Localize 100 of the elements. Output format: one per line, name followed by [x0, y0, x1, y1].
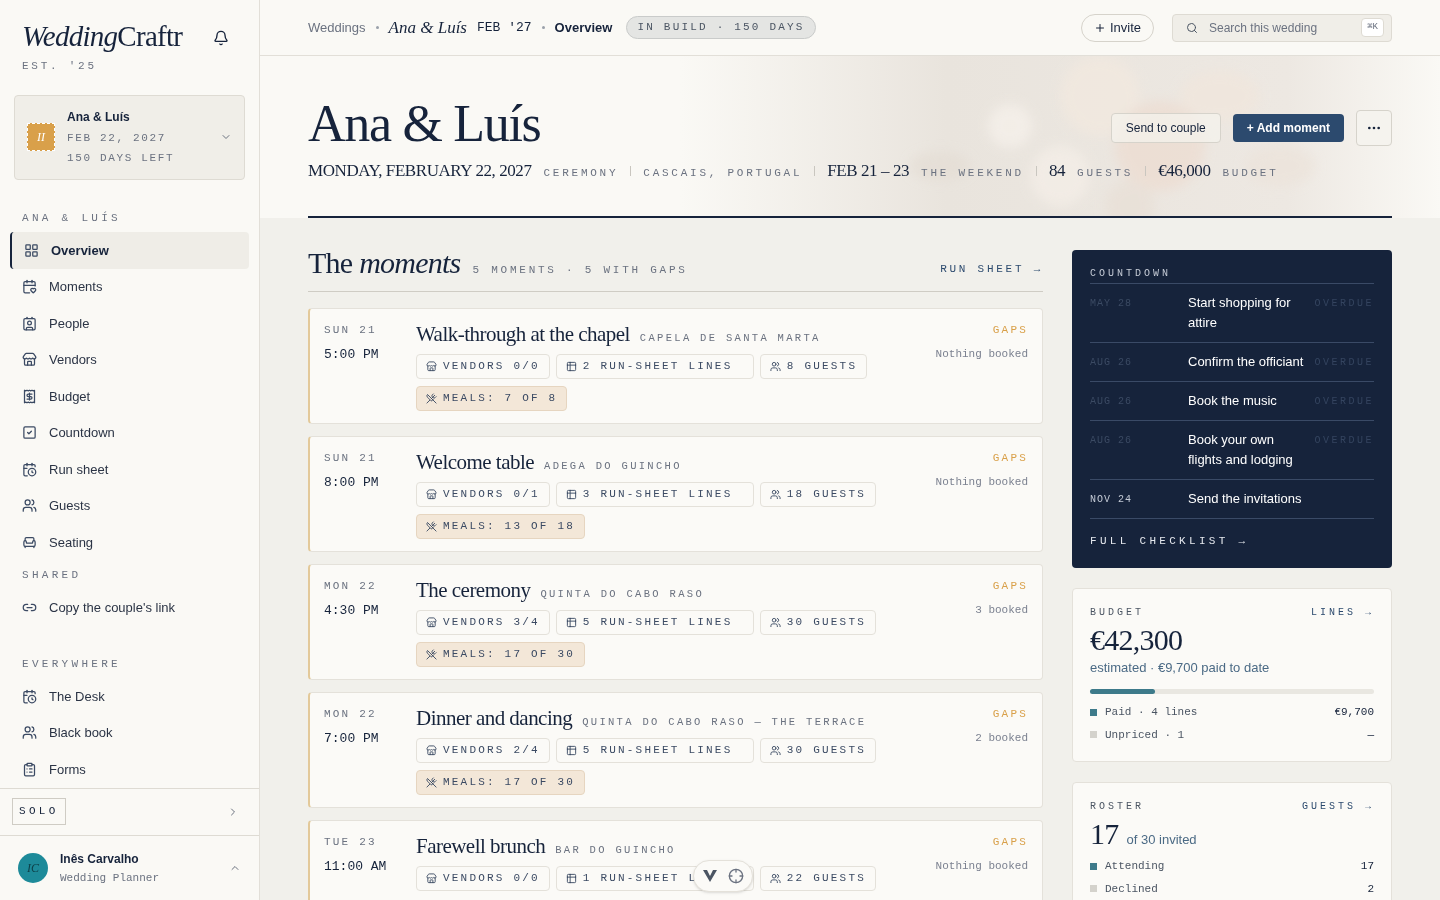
tag-icon [565, 873, 577, 884]
meals-tag: MEALS: 17 OF 30 [416, 770, 586, 795]
task-title: Start shopping for attire [1188, 294, 1292, 332]
checklist-link[interactable]: FULL CHECKLIST → [1090, 533, 1374, 550]
moment-venue: QUINTA DO CABO RASO — THE TERRACE [582, 715, 867, 730]
moment-venue: CAPELA DE SANTA MARTA [639, 331, 821, 346]
nav-icon [22, 534, 37, 550]
moment-status: GAPS [992, 323, 1028, 338]
meals-tag: MEALS: 13 OF 18 [416, 514, 586, 539]
info-tag: 30 GUESTS [759, 610, 877, 635]
nav-item[interactable]: Countdown [10, 414, 249, 451]
nav-item[interactable]: Copy the couple's link [10, 589, 249, 626]
breadcrumb-wedding[interactable]: Ana & Luís [388, 14, 467, 41]
tag-icon [426, 777, 437, 788]
task-date: NOV 24 [1090, 493, 1133, 507]
add-moment-button[interactable]: + Add moment [1232, 114, 1344, 142]
days-left: 150 DAYS LEFT [67, 151, 176, 166]
user-role: Wedding Planner [60, 870, 161, 886]
breadcrumb-link[interactable]: Weddings [308, 17, 366, 38]
moment-time: 8:00 PM [324, 473, 380, 492]
tag-icon [565, 745, 577, 756]
info-tag: VENDORS 0/1 [416, 482, 550, 507]
nav-item[interactable]: Vendors [10, 341, 249, 378]
logo-icon[interactable] [702, 869, 718, 883]
nav-item[interactable]: Run sheet [10, 451, 249, 488]
nav-item[interactable]: Guests [10, 487, 249, 524]
nav-item[interactable]: People [10, 305, 249, 342]
nav-icon [24, 242, 39, 258]
tag-icon [426, 361, 437, 372]
tag-icon [769, 489, 781, 500]
nav-item[interactable]: Forms [10, 751, 249, 788]
nav-item[interactable]: Black book [10, 714, 249, 751]
moment-status: GAPS [992, 451, 1028, 466]
fact-value: €46,000 [1158, 160, 1211, 182]
nav-item[interactable]: Moments [10, 268, 249, 305]
info-tag: 30 GUESTS [759, 738, 877, 763]
budget-summary: estimated · €9,700 paid to date [1090, 658, 1271, 677]
moment-title: Walk-through at the chapel [416, 322, 630, 347]
moment-card[interactable]: SUN 21 8:00 PM Welcome table ADEGA DO GUINCHO VENDORS 0/1 3 RUN-SHEET LINES 18 GUESTS MEALS: 13 OF 18 GAPS Nothing booked [308, 436, 1043, 552]
nav-icon [22, 461, 37, 477]
moment-time: 5:00 PM [324, 345, 380, 364]
moment-card[interactable]: TUE 23 11:00 AM Farewell brunch BAR DO GUINCHO VENDORS 0/0 1 RUN-SHEET L 22 GUESTS GAPS Nothing booked [308, 820, 1043, 900]
tag-icon [565, 617, 577, 628]
plus-icon [1093, 21, 1106, 34]
tag-icon [426, 521, 437, 532]
moment-day: MON 22 [324, 578, 416, 595]
moment-title: The ceremony [416, 578, 531, 603]
user-avatar: IC [18, 852, 48, 883]
tag-icon [426, 745, 437, 756]
fact-value: MONDAY, FEBRUARY 22, 2027 [308, 160, 532, 182]
moment-day: TUE 23 [324, 834, 416, 851]
nav-item[interactable]: Budget [10, 378, 249, 415]
moment-time: 11:00 AM [324, 857, 388, 876]
info-tag: 8 GUESTS [759, 354, 868, 379]
roster-count: 17 [1090, 816, 1119, 852]
moment-status: GAPS [992, 707, 1028, 722]
moment-venue: BAR DO GUINCHO [555, 843, 676, 858]
moment-note: Nothing booked [935, 346, 1028, 362]
wedding-switcher[interactable]: II Ana & Luís FEB 22, 2027 150 DAYS LEFT [14, 94, 245, 180]
breadcrumb-month: FEB '27 [477, 18, 532, 37]
tag-icon [565, 361, 577, 372]
target-icon[interactable] [728, 868, 744, 884]
tag-icon [769, 745, 781, 756]
card-link[interactable]: GUESTS → [1302, 799, 1374, 814]
run-sheet-link[interactable]: RUN SHEET → [940, 260, 1043, 277]
nav-item[interactable]: Overview [10, 232, 249, 269]
nav-icon [22, 388, 37, 404]
nav-item[interactable]: Seating [10, 524, 249, 561]
card-link[interactable]: LINES → [1311, 604, 1374, 620]
moment-card[interactable]: MON 22 7:00 PM Dinner and dancing QUINTA DO CABO RASO — THE TERRACE VENDORS 2/4 5 RUN-SHEET LINES 30 GUESTS MEALS: 17 OF 30 GAPS 2 booked [308, 692, 1043, 808]
info-tag: 2 RUN-SHEET LINES [555, 354, 754, 379]
info-tag: 5 RUN-SHEET LINES [555, 610, 754, 635]
fact-label: CEREMONY [543, 166, 619, 181]
section-label: ANA & LUÍS [21, 210, 122, 226]
nav-item[interactable]: The Desk [10, 678, 249, 715]
fact-label: GUESTS [1077, 166, 1134, 181]
notifications-icon[interactable] [213, 30, 229, 46]
nav-icon [22, 688, 37, 704]
established-label: EST. '25 [22, 59, 98, 74]
moment-venue: ADEGA DO GUINCHO [544, 459, 682, 474]
moments-summary: 5 MOMENTS · 5 WITH GAPS [472, 263, 688, 278]
moment-status: GAPS [992, 579, 1028, 594]
info-tag: VENDORS 3/4 [416, 610, 550, 635]
nav-icon [22, 315, 37, 331]
legend-label: Unpriced · 1 [1105, 727, 1186, 743]
section-label: SHARED [21, 567, 83, 583]
legend-label: Paid · 4 lines [1105, 705, 1199, 720]
moment-card[interactable]: MON 22 4:30 PM The ceremony QUINTA DO CABO RASO VENDORS 3/4 5 RUN-SHEET LINES 30 GUESTS MEALS: 17 OF 30 GAPS 3 booked [308, 564, 1043, 680]
task-title: Send the invitations [1188, 490, 1303, 508]
info-tag: VENDORS 2/4 [416, 738, 550, 763]
moment-card[interactable]: SUN 21 5:00 PM Walk-through at the chapel CAPELA DE SANTA MARTA VENDORS 0/0 2 RUN-SHEET LINES 8 GUESTS MEALS: 7 OF 8 GAPS Nothing booked [308, 308, 1043, 424]
moment-day: SUN 21 [324, 450, 416, 467]
section-title: The moments [308, 245, 461, 281]
send-button[interactable]: Send to couple [1110, 113, 1221, 143]
task-title: Book the music [1188, 392, 1278, 410]
moment-title: Farewell brunch [416, 834, 546, 859]
fact-value: FEB 21 – 23 [827, 160, 910, 182]
info-tag: VENDORS 0/0 [416, 866, 550, 891]
search-icon [1186, 21, 1198, 34]
moment-note: 3 booked [975, 602, 1028, 618]
